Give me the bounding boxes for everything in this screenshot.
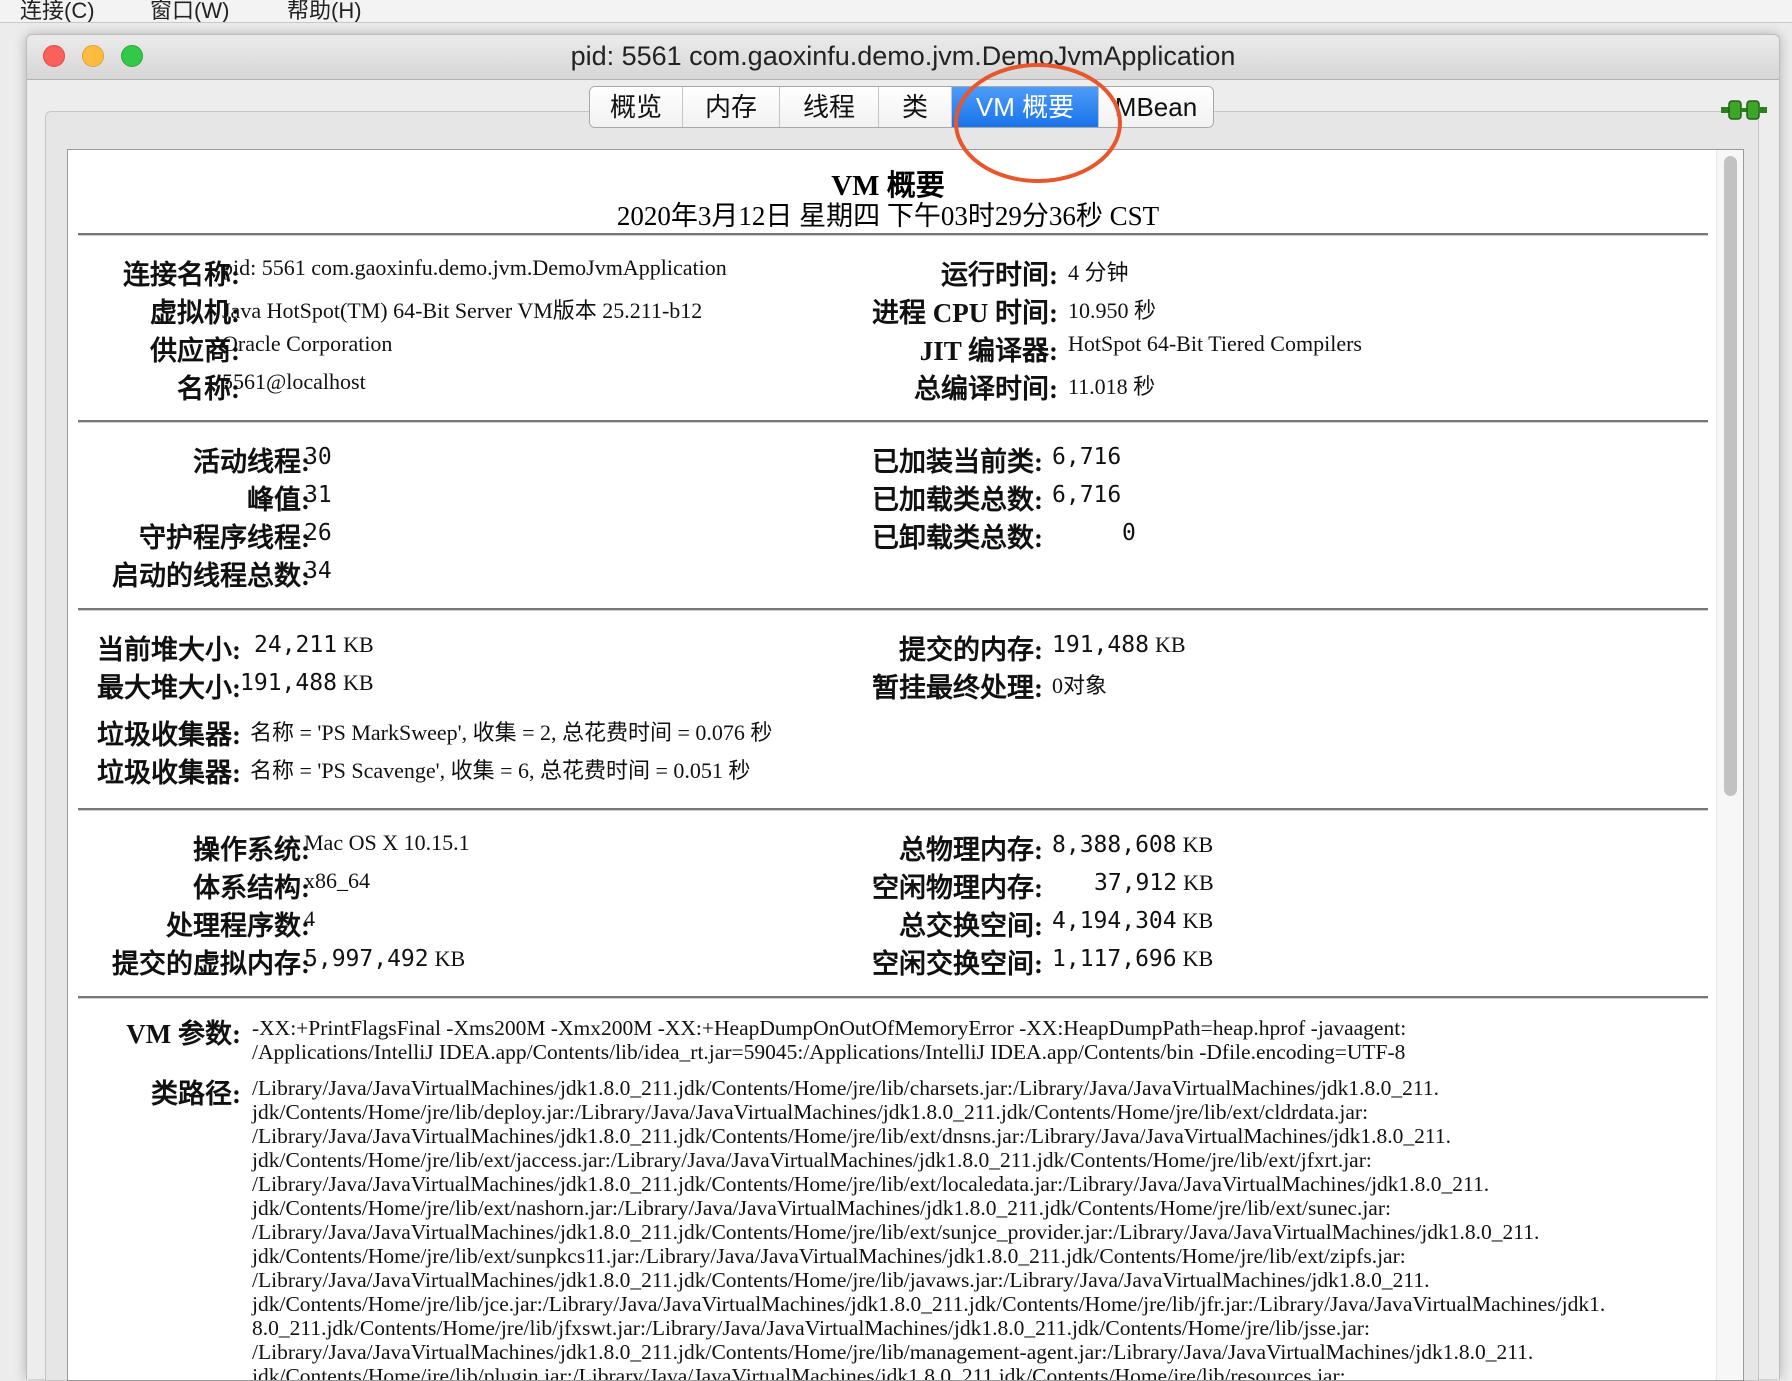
pending-finalization-label: 暂挂最终处理:: [872, 673, 1043, 703]
loaded-classes-label: 已加装当前类:: [872, 447, 1043, 477]
processors-label: 处理程序数:: [166, 911, 310, 941]
title-bar[interactable]: pid: 5561 com.gaoxinfu.demo.jvm.DemoJvmA…: [27, 35, 1779, 80]
section-divider: [78, 608, 1708, 611]
vm-value: Java HotSpot(TM) 64-Bit Server VM版本 25.2…: [222, 298, 703, 323]
cpu-time-value: 10.950 秒: [1068, 298, 1157, 323]
compile-time-label: 总编译时间:: [914, 374, 1058, 404]
total-started-threads-label: 启动的线程总数:: [112, 561, 310, 591]
cpu-time-label: 进程 CPU 时间:: [872, 298, 1058, 328]
classpath-label: 类路径:: [151, 1079, 241, 1109]
peak-threads-label: 峰值:: [247, 485, 310, 515]
max-heap-label: 最大堆大小:: [97, 673, 241, 703]
live-threads-label: 活动线程:: [193, 447, 310, 477]
total-loaded-classes-value: 6,716: [1052, 482, 1122, 508]
current-heap-value: 24,211 KB: [254, 632, 374, 658]
classpath-value: /Library/Java/JavaVirtualMachines/jdk1.8…: [252, 1076, 1606, 1381]
vm-summary-content: VM 概要 2020年3月12日 星期四 下午03时29分36秒 CST 连接名…: [67, 149, 1744, 1381]
gc-ps-marksweep-value: 名称 = 'PS MarkSweep', 收集 = 2, 总花费时间 = 0.0…: [250, 720, 773, 745]
vendor-value: Oracle Corporation: [222, 331, 393, 356]
committed-virtual-memory-label: 提交的虚拟内存:: [112, 949, 310, 979]
free-swap-value: 1,117,696 KB: [1052, 946, 1214, 972]
tab-classes[interactable]: 类: [879, 87, 952, 127]
vertical-scrollbar[interactable]: [1716, 150, 1743, 1380]
gc-ps-scavenge-value: 名称 = 'PS Scavenge', 收集 = 6, 总花费时间 = 0.05…: [250, 758, 751, 783]
total-swap-label: 总交换空间:: [899, 911, 1043, 941]
jit-compiler-value: HotSpot 64-Bit Tiered Compilers: [1068, 331, 1362, 356]
peak-threads-value: 31: [304, 482, 332, 508]
menu-window[interactable]: 窗口(W): [150, 0, 229, 22]
window-title: pid: 5561 com.gaoxinfu.demo.jvm.DemoJvmA…: [570, 41, 1236, 71]
section-divider: [78, 996, 1708, 999]
tab-threads[interactable]: 线程: [780, 87, 879, 127]
connection-name-value: pid: 5561 com.gaoxinfu.demo.jvm.DemoJvmA…: [222, 255, 727, 280]
vm-args-value: -XX:+PrintFlagsFinal -Xms200M -Xmx200M -…: [252, 1016, 1407, 1064]
unloaded-classes-value: 0: [1122, 520, 1136, 546]
menu-bar: 连接(C) 窗口(W) 帮助(H): [0, 0, 1792, 23]
committed-memory-value: 191,488 KB: [1052, 632, 1186, 658]
total-loaded-classes-label: 已加载类总数:: [872, 485, 1043, 515]
gc-label: 垃圾收集器:: [97, 758, 241, 788]
pending-finalization-value: 0对象: [1052, 673, 1108, 698]
daemon-threads-label: 守护程序线程:: [139, 523, 310, 553]
committed-memory-label: 提交的内存:: [899, 635, 1043, 665]
total-started-threads-value: 34: [304, 558, 332, 584]
os-label: 操作系统:: [193, 835, 310, 865]
daemon-threads-value: 26: [304, 520, 332, 546]
jconsole-window: pid: 5561 com.gaoxinfu.demo.jvm.DemoJvmA…: [26, 34, 1780, 1381]
max-heap-value: 191,488 KB: [240, 670, 374, 696]
free-physical-memory-value: 37,912 KB: [1094, 870, 1214, 896]
arch-label: 体系结构:: [193, 873, 310, 903]
compile-time-value: 11.018 秒: [1068, 374, 1156, 399]
section-divider: [78, 808, 1708, 811]
uptime-value: 4 分钟: [1068, 260, 1129, 285]
gc-label: 垃圾收集器:: [97, 720, 241, 750]
current-heap-label: 当前堆大小:: [97, 635, 241, 665]
unloaded-classes-label: 已卸载类总数:: [872, 523, 1043, 553]
total-swap-value: 4,194,304 KB: [1052, 908, 1214, 934]
jit-compiler-label: JIT 编译器:: [919, 336, 1058, 366]
vm-args-label: VM 参数:: [126, 1019, 241, 1049]
processors-value: 4: [304, 906, 315, 931]
menu-connection[interactable]: 连接(C): [20, 0, 95, 22]
os-value: Mac OS X 10.15.1: [304, 830, 470, 855]
uptime-label: 运行时间:: [941, 260, 1058, 290]
free-swap-label: 空闲交换空间:: [872, 949, 1043, 979]
name-value: 5561@localhost: [222, 369, 366, 394]
loaded-classes-value: 6,716: [1052, 444, 1122, 470]
section-divider: [78, 233, 1708, 236]
section-divider: [78, 420, 1708, 423]
connected-plug-icon: [1721, 100, 1767, 120]
total-physical-memory-label: 总物理内存:: [899, 835, 1043, 865]
annotation-circle: [954, 63, 1122, 183]
tab-memory[interactable]: 内存: [683, 87, 780, 127]
menu-help[interactable]: 帮助(H): [287, 0, 362, 22]
summary-timestamp: 2020年3月12日 星期四 下午03时29分36秒 CST: [616, 201, 1160, 231]
tab-panel: VM 概要 2020年3月12日 星期四 下午03时29分36秒 CST 连接名…: [45, 111, 1759, 1381]
free-physical-memory-label: 空闲物理内存:: [872, 873, 1043, 903]
live-threads-value: 30: [304, 444, 332, 470]
tab-overview[interactable]: 概览: [590, 87, 683, 127]
total-physical-memory-value: 8,388,608 KB: [1052, 832, 1214, 858]
arch-value: x86_64: [304, 868, 370, 893]
scrollbar-thumb[interactable]: [1724, 156, 1737, 796]
committed-virtual-memory-value: 5,997,492 KB: [304, 946, 466, 972]
